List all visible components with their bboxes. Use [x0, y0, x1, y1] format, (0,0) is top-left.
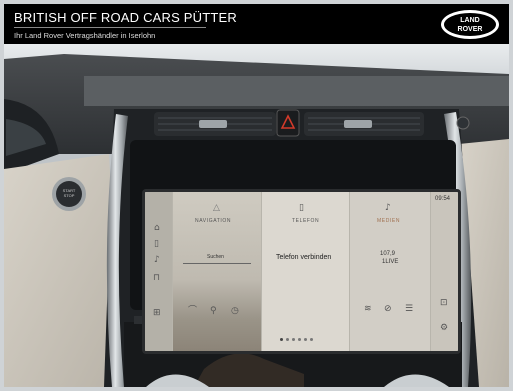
page-dot	[304, 338, 307, 341]
nav-search-field[interactable]: Suchen	[183, 253, 251, 264]
page-dot	[298, 338, 301, 341]
navigation-panel[interactable]: △ NAVIGATION Suchen ⌒ ⚲ ◷	[173, 192, 261, 351]
settings-icon[interactable]: ☰	[405, 305, 413, 314]
page-dot	[280, 338, 283, 341]
navigation-icon: △	[213, 203, 220, 213]
dashboard-photo: START STOP ⌂ ▯ ♪ ⊓ ⊞ △ NAVIGATION Suchen…	[4, 44, 509, 387]
logo-line2: ROVER	[457, 26, 483, 33]
sidebar: ⌂ ▯ ♪ ⊓ ⊞	[145, 192, 172, 351]
dealer-header: BRITISH OFF ROAD CARS PÜTTER Ihr Land Ro…	[4, 4, 509, 44]
logo-badge: LAND ROVER	[444, 13, 496, 36]
clock-time: 09:54	[435, 196, 451, 202]
dash-top-surface	[84, 76, 509, 106]
left-vent-tab	[199, 120, 227, 128]
land-rover-logo: LAND ROVER	[441, 10, 499, 39]
phone-icon[interactable]: ▯	[154, 240, 159, 249]
nav-arrow-icon[interactable]: ⌒	[188, 307, 197, 316]
start-stop-label: START STOP	[62, 188, 76, 198]
infotainment-touchscreen[interactable]: ⌂ ▯ ♪ ⊓ ⊞ △ NAVIGATION Suchen ⌒ ⚲ ◷ ▯ TE…	[142, 189, 461, 354]
pin-icon[interactable]: ⚲	[210, 307, 217, 316]
car-icon[interactable]: ⊓	[153, 274, 160, 283]
phone-status: Telefon verbinden	[276, 254, 332, 261]
hazard-button	[276, 109, 300, 137]
page-dot	[286, 338, 289, 341]
phone-header-icon: ▯	[299, 203, 304, 213]
media-header: MEDIEN	[377, 218, 401, 224]
media-station: 1LIVE	[382, 259, 399, 265]
clock-icon[interactable]: ◷	[231, 307, 239, 316]
sensor-dot	[456, 116, 470, 130]
navigation-header: NAVIGATION	[195, 218, 232, 224]
screen-dock-icon[interactable]: ⊡	[440, 299, 448, 308]
page-dot	[310, 338, 313, 341]
media-header-icon: ♪	[385, 203, 391, 213]
page-indicator	[280, 338, 320, 342]
music-icon[interactable]: ♪	[154, 256, 160, 265]
home-icon[interactable]: ⌂	[154, 224, 160, 233]
logo-line1: LAND	[460, 17, 480, 24]
start-stop-button[interactable]: START STOP	[52, 184, 86, 204]
page-dot	[292, 338, 295, 341]
screenshot-frame: BRITISH OFF ROAD CARS PÜTTER Ihr Land Ro…	[0, 0, 513, 391]
phone-panel[interactable]: ▯ TELEFON Telefon verbinden	[262, 192, 349, 351]
status-strip: 09:54 ⊡ ⚙	[431, 192, 458, 351]
voice-icon[interactable]: ≋	[364, 305, 372, 314]
dealer-name: BRITISH OFF ROAD CARS PÜTTER	[14, 10, 238, 25]
dealer-tagline: Ihr Land Rover Vertragshändler in Iserlo…	[14, 31, 156, 40]
header-divider	[14, 27, 206, 28]
mute-icon[interactable]: ⊘	[384, 305, 392, 314]
gear-icon[interactable]: ⚙	[440, 324, 448, 333]
apps-icon[interactable]: ⊞	[153, 309, 161, 318]
media-panel[interactable]: ♪ MEDIEN 107,9 1LIVE ≋ ⊘ ☰	[350, 192, 430, 351]
right-vent-tab	[344, 120, 372, 128]
nav-search-label: Suchen	[207, 254, 224, 260]
media-frequency: 107,9	[380, 251, 396, 257]
phone-header: TELEFON	[292, 218, 320, 224]
